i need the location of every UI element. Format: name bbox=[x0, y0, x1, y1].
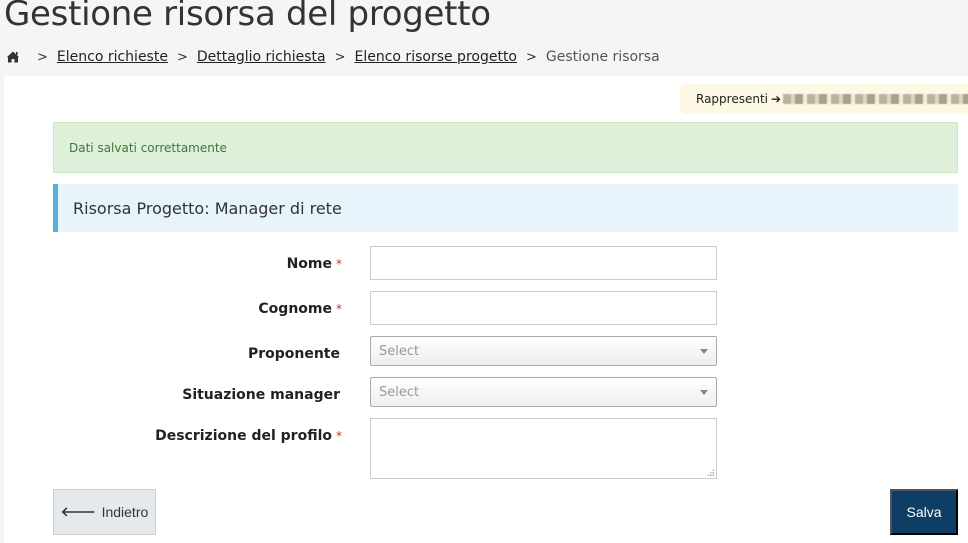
back-button[interactable]: 🡐 Indietro bbox=[53, 489, 156, 535]
represent-banner: Rappresenti ➔ bbox=[680, 84, 968, 114]
represent-label: Rappresenti bbox=[696, 92, 768, 106]
cognome-label-text: Cognome bbox=[258, 301, 332, 317]
arrow-left-icon: 🡐 bbox=[60, 504, 96, 519]
breadcrumb-dettaglio-richiesta[interactable]: Dettaglio richiesta bbox=[197, 49, 326, 65]
breadcrumb-current: Gestione risorsa bbox=[545, 49, 660, 65]
save-button[interactable]: Salva bbox=[890, 489, 958, 535]
breadcrumb-elenco-risorse-progetto[interactable]: Elenco risorse progetto bbox=[355, 49, 518, 65]
nome-label-text: Nome bbox=[286, 256, 332, 272]
chevron-down-icon bbox=[700, 390, 708, 395]
section-header: Risorsa Progetto: Manager di rete bbox=[53, 184, 958, 232]
success-message: Dati salvati correttamente bbox=[69, 140, 227, 155]
situazione-manager-select[interactable]: Select bbox=[370, 377, 717, 407]
proponente-select[interactable]: Select bbox=[370, 336, 717, 366]
resize-handle-icon[interactable] bbox=[707, 469, 714, 476]
proponente-label: Proponente bbox=[247, 346, 340, 362]
main-panel: Rappresenti ➔ Dati salvati correttamente… bbox=[4, 76, 968, 543]
breadcrumb-separator: > bbox=[176, 49, 188, 65]
arrow-right-icon: ➔ bbox=[771, 92, 782, 106]
section-title: Risorsa Progetto: Manager di rete bbox=[73, 198, 342, 218]
situazione-manager-select-value: Select bbox=[379, 384, 420, 400]
required-mark: * bbox=[336, 257, 342, 271]
required-mark: * bbox=[336, 302, 342, 316]
represent-value-redacted bbox=[783, 94, 968, 104]
nome-input[interactable] bbox=[370, 246, 717, 280]
cognome-input[interactable] bbox=[370, 291, 717, 325]
back-button-label: Indietro bbox=[101, 504, 149, 520]
situazione-manager-label: Situazione manager bbox=[182, 387, 340, 403]
breadcrumb: > Elenco richieste > Dettaglio richiesta… bbox=[6, 49, 660, 65]
required-mark: * bbox=[336, 429, 342, 443]
home-icon[interactable] bbox=[6, 50, 20, 64]
descrizione-label-text: Descrizione del profilo bbox=[155, 428, 332, 444]
breadcrumb-separator: > bbox=[37, 49, 48, 65]
proponente-select-value: Select bbox=[379, 343, 420, 359]
breadcrumb-elenco-richieste[interactable]: Elenco richieste bbox=[57, 49, 168, 65]
descrizione-label: Descrizione del profilo * bbox=[155, 428, 342, 444]
breadcrumb-separator: > bbox=[526, 49, 537, 65]
chevron-down-icon bbox=[700, 349, 708, 354]
cognome-label: Cognome * bbox=[258, 301, 342, 317]
breadcrumb-separator: > bbox=[334, 49, 346, 65]
success-alert: Dati salvati correttamente bbox=[53, 122, 958, 173]
nome-label: Nome * bbox=[287, 256, 342, 272]
page-title: Gestione risorsa del progetto bbox=[4, 0, 491, 34]
descrizione-textarea[interactable] bbox=[370, 418, 717, 479]
